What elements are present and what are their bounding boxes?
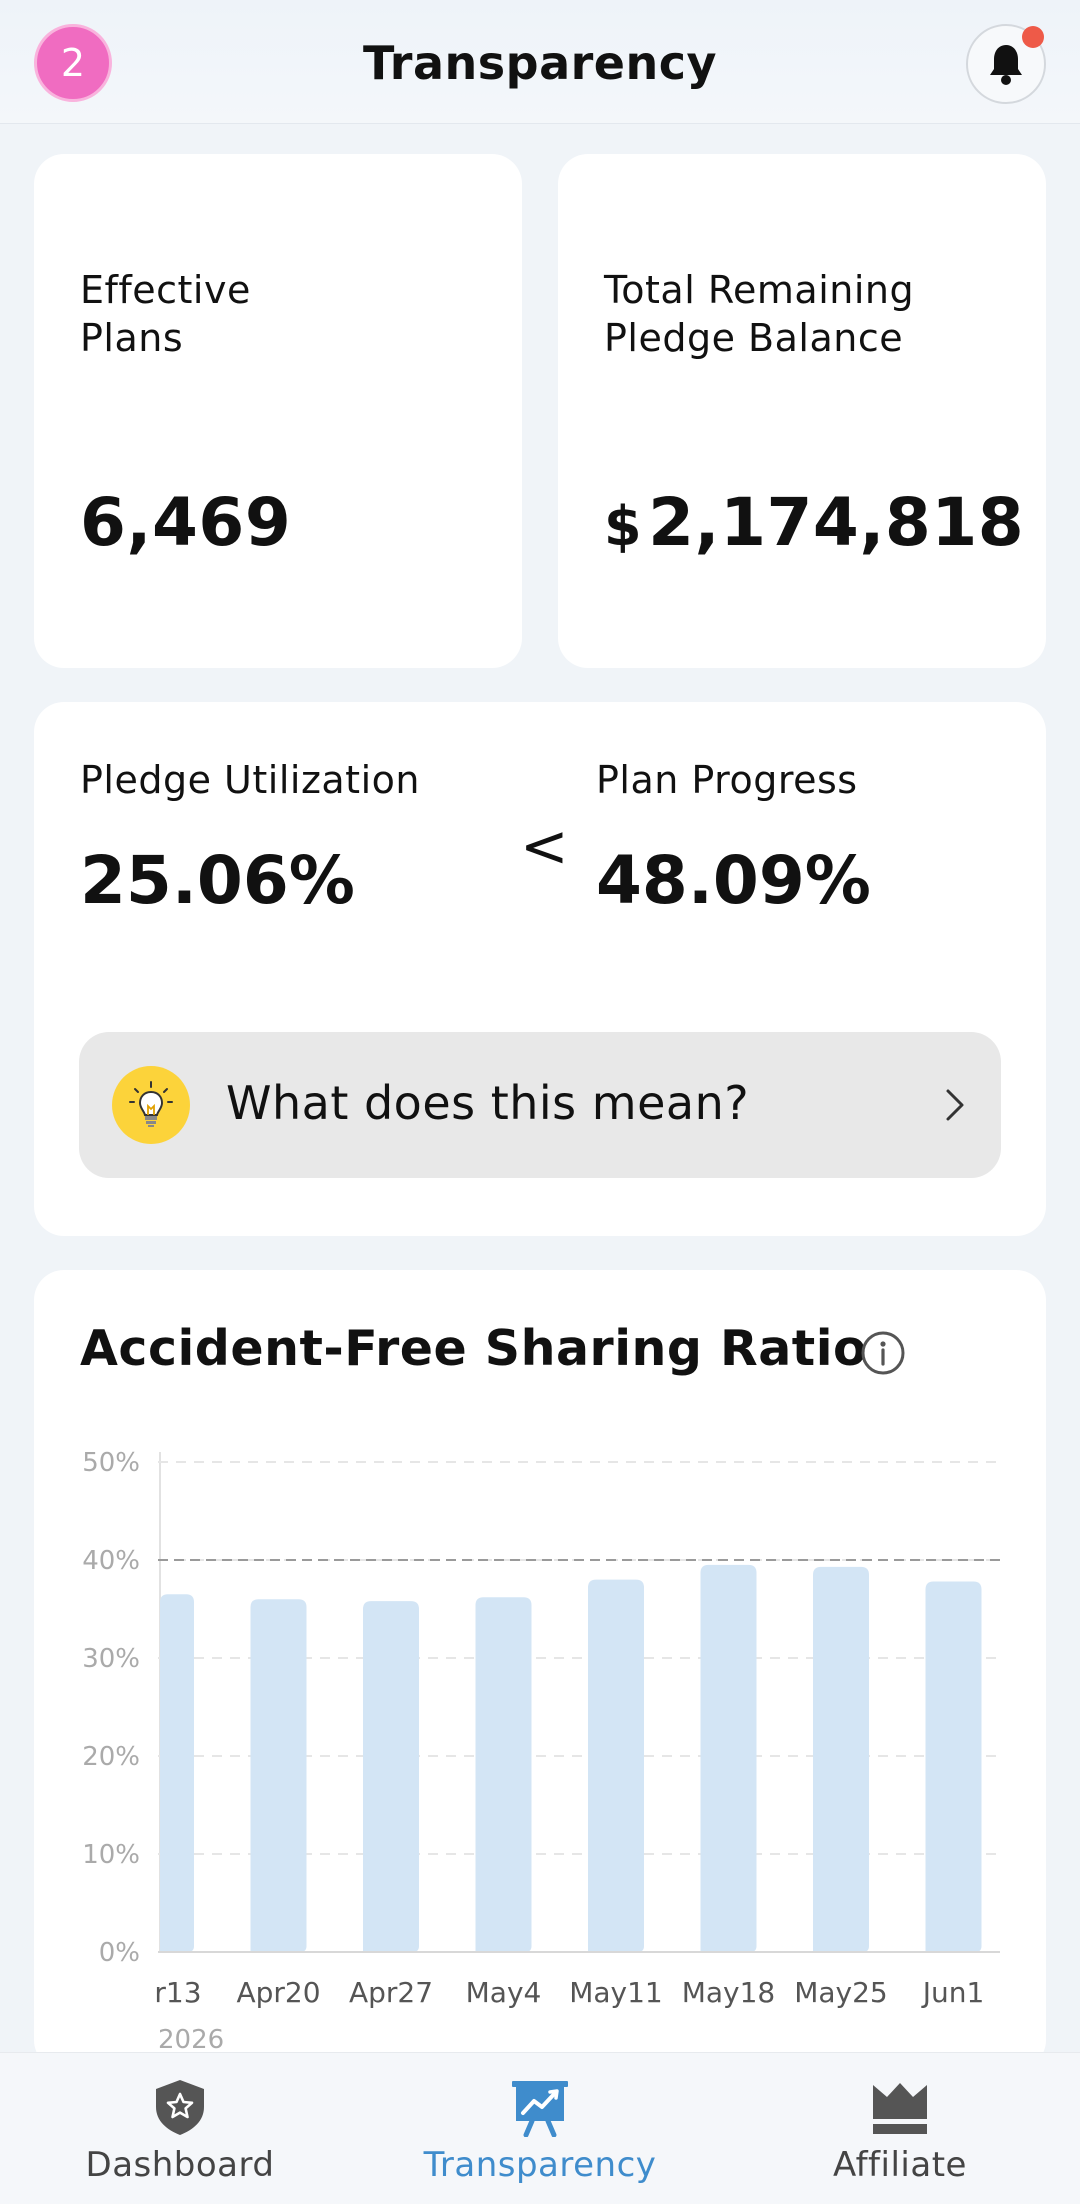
bar — [363, 1601, 419, 1952]
bar — [925, 1581, 982, 1952]
bar — [813, 1566, 869, 1952]
bottom-navigation: Dashboard Transparency Affiliate — [0, 2052, 1080, 2204]
effective-plans-value: 6,469 — [80, 484, 292, 561]
bar — [250, 1599, 307, 1952]
comparison-symbol: < — [520, 812, 569, 880]
x-tick-label: Apr20 — [236, 1976, 320, 2009]
nav-dashboard[interactable]: Dashboard — [0, 2053, 360, 2204]
effective-plans-card: Effective Plans 6,469 — [34, 154, 522, 668]
trend-chart-icon — [512, 2081, 568, 2137]
bar — [160, 1594, 194, 1952]
crown-icon — [873, 2083, 927, 2134]
remaining-balance-value: 2,174,818 — [648, 484, 1025, 561]
currency-symbol: $ — [604, 495, 643, 558]
bell-icon — [990, 45, 1022, 85]
what-does-this-mean-label: What does this mean? — [226, 1076, 750, 1130]
bar — [700, 1564, 757, 1952]
year-label: 2026 — [158, 2025, 224, 2055]
sharing-ratio-chart: 0% 10% 20% 30% 40% 50% r13 Apr20 Apr27 May4 May11 M… — [82, 1448, 1000, 2055]
what-does-this-mean-button[interactable]: What does this mean? — [79, 1032, 1001, 1178]
y-tick-label: 30% — [82, 1644, 140, 1674]
remaining-balance-label-line1: Total Remaining — [604, 268, 915, 312]
effective-plans-label-line1: Effective — [80, 268, 251, 312]
nav-transparency-label: Transparency — [423, 2145, 657, 2185]
notifications-button[interactable] — [966, 24, 1046, 104]
pledge-utilization-label: Pledge Utilization — [80, 758, 420, 802]
x-tick-label: May25 — [794, 1976, 888, 2009]
y-tick-label: 40% — [82, 1546, 140, 1576]
app-header: 2 Transparency — [0, 0, 1080, 124]
plan-progress-label: Plan Progress — [596, 758, 858, 802]
pledge-metrics-card: Pledge Utilization 25.06% < Plan Progres… — [34, 702, 1046, 1236]
x-tick-label: May4 — [466, 1976, 542, 2009]
shield-star-icon — [156, 2080, 204, 2135]
nav-dashboard-label: Dashboard — [85, 2145, 275, 2185]
notification-badge — [1022, 26, 1044, 48]
nav-affiliate-label: Affiliate — [833, 2145, 967, 2185]
bar — [588, 1579, 644, 1952]
y-tick-label: 20% — [82, 1742, 140, 1772]
x-tick-label: Apr27 — [349, 1976, 433, 2009]
effective-plans-label-line2: Plans — [80, 316, 184, 360]
lightbulb-icon — [112, 1066, 190, 1144]
chevron-right-icon — [946, 1089, 964, 1121]
remaining-balance-value-row: $2,174,818 — [604, 484, 1024, 561]
y-tick-label: 0% — [99, 1938, 140, 1968]
sharing-ratio-card: Accident-Free Sharing Ratio 0% 10% 20% 30% 4… — [34, 1270, 1046, 2070]
effective-plans-label: Effective Plans — [80, 266, 251, 362]
pledge-utilization-value: 25.06% — [80, 842, 355, 919]
y-tick-label: 10% — [82, 1840, 140, 1870]
x-tick-label: r13 — [154, 1976, 201, 2009]
y-tick-label: 50% — [82, 1448, 140, 1478]
remaining-balance-card: Total Remaining Pledge Balance $2,174,81… — [558, 154, 1046, 668]
nav-affiliate[interactable]: Affiliate — [720, 2053, 1080, 2204]
remaining-balance-label: Total Remaining Pledge Balance — [604, 266, 914, 362]
x-tick-label: May11 — [569, 1976, 663, 2009]
nav-transparency[interactable]: Transparency — [360, 2053, 720, 2204]
x-tick-label: Jun1 — [921, 1976, 985, 2009]
page-title: Transparency — [362, 36, 718, 90]
remaining-balance-label-line2: Pledge Balance — [604, 316, 904, 360]
x-tick-label: May18 — [682, 1976, 776, 2009]
plan-progress-value: 48.09% — [596, 842, 871, 919]
bar — [475, 1597, 532, 1952]
